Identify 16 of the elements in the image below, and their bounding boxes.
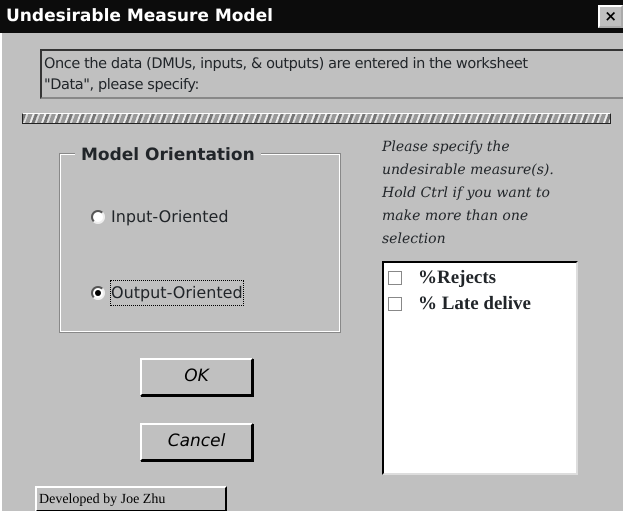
checkbox[interactable]	[388, 271, 402, 285]
hint-text: Please specify the undesirable measure(s). Hold Ctrl if you want to make more than one selection	[382, 138, 555, 249]
instructions-text: Once the data (DMUs, inputs, & outputs) are entered in the worksheet "Data", please specify:	[40, 49, 623, 99]
credit-button[interactable]: Developed by Joe Zhu	[35, 486, 227, 511]
radio-label[interactable]: Input-Oriented	[111, 205, 229, 229]
close-button[interactable]: ×	[598, 5, 623, 28]
measure-list[interactable]: %Rejects % Late delive	[382, 261, 578, 475]
radio-button[interactable]	[91, 210, 105, 224]
cancel-button[interactable]: Cancel	[140, 423, 253, 461]
checkbox[interactable]	[388, 297, 402, 311]
radio-button[interactable]	[91, 286, 105, 300]
radio-label[interactable]: Output-Oriented	[111, 281, 243, 305]
window-title: Undesirable Measure Model	[6, 4, 273, 28]
list-item[interactable]: %Rejects	[418, 265, 496, 291]
ok-button[interactable]: OK	[140, 358, 253, 396]
list-item[interactable]: % Late delive	[418, 291, 531, 317]
